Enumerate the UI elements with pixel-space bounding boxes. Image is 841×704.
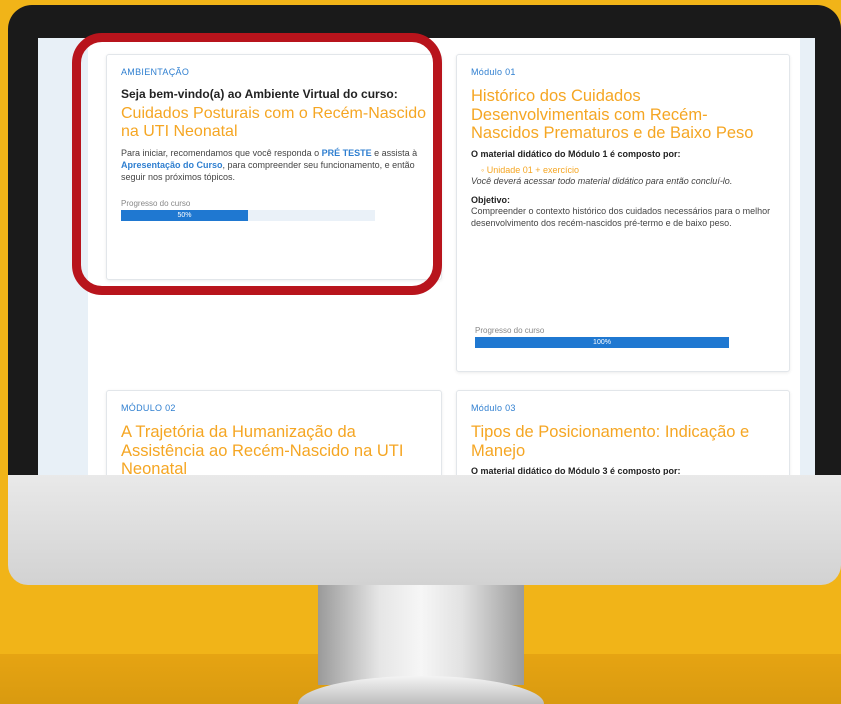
highlight-frame [72,33,442,295]
unit-link[interactable]: ◦ Unidade 01 + exercício [481,165,775,175]
card-label: MÓDULO 02 [121,403,176,413]
module-title: Tipos de Posicionamento: Indicação e Man… [471,423,750,460]
card-modulo-02[interactable]: MÓDULO 02 A Trajetória da Humanização da… [106,390,442,475]
objective-text: Compreender o contexto histórico dos cui… [471,205,771,228]
card-modulo-03[interactable]: Módulo 03 Tipos de Posicionamento: Indic… [456,390,790,475]
unit-link-label: Unidade 01 + exercício [486,164,580,175]
module-title: Histórico dos Cuidados Desenvolvimentais… [471,87,754,142]
progress-block: Progresso do curso 100% [475,326,729,348]
module-subhead: O material didático do Módulo 3 é compos… [471,466,681,475]
card-label: Módulo 01 [471,67,516,77]
progress-bar: 100% [475,337,729,348]
module-note: Você deverá acessar todo material didáti… [471,175,733,186]
progress-fill: 100% [475,337,729,348]
progress-label: Progresso do curso [475,326,545,335]
objective-heading: Objetivo: [471,194,511,205]
module-title: A Trajetória da Humanização da Assistênc… [121,423,404,475]
card-modulo-01[interactable]: Módulo 01 Histórico dos Cuidados Desenvo… [456,54,790,372]
card-label: Módulo 03 [471,403,516,413]
monitor-chin [8,475,841,585]
monitor-stand [318,585,524,685]
module-subhead: O material didático do Módulo 1 é compos… [471,148,681,159]
